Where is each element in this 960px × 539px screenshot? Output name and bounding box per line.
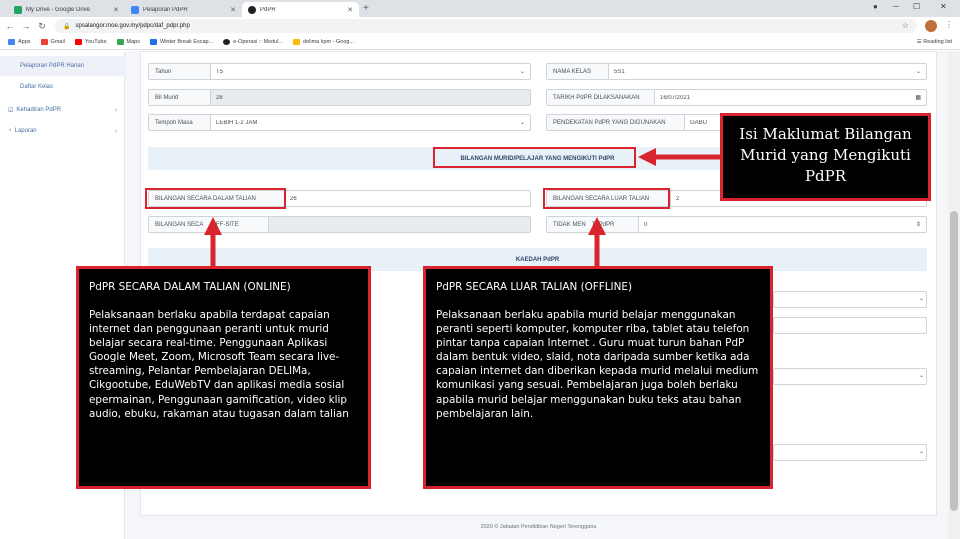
bookmark-delima[interactable]: delima kpm - Goog... xyxy=(293,39,354,45)
minimize-icon[interactable]: ─ xyxy=(893,2,899,11)
close-icon[interactable]: ✕ xyxy=(347,6,353,14)
check-icon: ☑ xyxy=(8,107,14,114)
chevron-left-icon: ‹ xyxy=(114,127,117,135)
close-icon[interactable]: ✕ xyxy=(113,6,119,14)
drive-icon xyxy=(293,39,301,45)
bookmark-winter-break[interactable]: Winter Break Escap... xyxy=(150,39,213,45)
chevron-down-icon: ⌄ xyxy=(919,296,925,302)
stepper-icon[interactable]: ⇕ xyxy=(916,221,921,228)
youtube-icon xyxy=(74,39,82,45)
annotation-online-title: PdPR SECARA DALAM TALIAN (ONLINE) xyxy=(89,281,291,293)
reading-list-button[interactable]: ☰ Reading list xyxy=(917,39,952,45)
page-scrollbar[interactable] xyxy=(948,51,960,539)
chevron-down-icon: ⌄ xyxy=(915,69,921,75)
profile-icon[interactable]: ● xyxy=(873,2,878,11)
maps-icon xyxy=(116,39,124,45)
chevron-down-icon: ⌄ xyxy=(919,373,925,379)
avatar[interactable] xyxy=(925,20,937,32)
page-footer: 2020 © Jabatan Pendidikan Negeri Terengg… xyxy=(480,524,597,530)
highlight-luar-talian xyxy=(543,188,670,209)
back-icon[interactable]: ← xyxy=(4,21,16,31)
tab-title: PdPR xyxy=(260,6,276,13)
site-icon xyxy=(131,5,139,14)
annotation-offline-title: PdPR SECARA LUAR TALIAN (OFFLINE) xyxy=(436,281,633,293)
annotation-offline: PdPR SECARA LUAR TALIAN (OFFLINE) Pelaks… xyxy=(423,266,773,489)
chevron-down-icon: ⌄ xyxy=(919,449,925,455)
tab-title: Pelaporan PdPR xyxy=(143,6,188,13)
kaedah-select[interactable] xyxy=(773,444,927,461)
sidebar-item-pelaporan-harian[interactable]: Pelaporan PdPR Harian xyxy=(0,56,125,76)
bookmark-e-operasi[interactable]: e-Operasi :: Modul... xyxy=(223,39,283,45)
address-bar: ← → ↻ 🔒 spsalangor.moe.gov.my/pdpc/daf_p… xyxy=(0,17,960,35)
kaedah-select[interactable] xyxy=(773,317,927,334)
bookmark-apps[interactable]: Apps xyxy=(8,39,31,45)
window-close-icon[interactable]: ✕ xyxy=(940,2,947,11)
reload-icon[interactable]: ↻ xyxy=(36,21,48,32)
tab-title: My Drive - Google Drive xyxy=(26,6,91,13)
scrollbar-thumb[interactable] xyxy=(950,211,958,511)
bookmark-gmail[interactable]: Gmail xyxy=(40,39,65,45)
sidebar-item-kehadiran[interactable]: ☑ Kehadiran PdPR ‹ xyxy=(0,100,125,120)
highlight-dalam-talian xyxy=(145,188,286,209)
tempoh-masa-select[interactable]: Tempoh Masa LEBIH 1-2 JAM ⌄ xyxy=(148,114,531,131)
maximize-icon[interactable]: ☐ xyxy=(913,2,920,11)
close-icon[interactable]: ✕ xyxy=(230,6,236,14)
sidebar-item-daftar-kelas[interactable]: Daftar Kelas xyxy=(0,77,125,97)
tab-strip: My Drive - Google Drive ✕ Pelaporan PdPR… xyxy=(0,0,960,17)
tab-pdpr[interactable]: PdPR ✕ xyxy=(242,2,359,17)
gmail-icon xyxy=(40,39,48,45)
chevron-left-icon: ‹ xyxy=(114,106,117,114)
site-icon xyxy=(223,39,231,45)
google-drive-icon xyxy=(14,5,22,14)
tab-google-drive[interactable]: My Drive - Google Drive ✕ xyxy=(8,2,125,17)
chevron-down-icon: ⌄ xyxy=(519,120,525,126)
annotation-offline-body: Pelaksanaan berlaku apabila murid belaja… xyxy=(436,309,759,420)
chart-icon: ◔ xyxy=(8,128,12,134)
url-input[interactable]: 🔒 spsalangor.moe.gov.my/pdpc/daf_pdpr.ph… xyxy=(55,19,917,33)
nama-kelas-select[interactable]: NAMA KELAS 5S1 ⌄ xyxy=(546,63,927,80)
chevron-down-icon: ⌄ xyxy=(519,69,525,75)
bookmarks-bar: Apps Gmail YouTube Maps Winter Break Esc… xyxy=(0,35,960,50)
lock-icon[interactable]: 🔒 xyxy=(63,23,70,30)
menu-kebab-icon[interactable]: ⋮ xyxy=(945,20,953,29)
annotation-isi-maklumat: Isi Maklumat Bilangan Murid yang Mengiku… xyxy=(720,113,931,201)
apps-grid-icon xyxy=(8,39,15,45)
globe-icon xyxy=(248,5,256,14)
bookmark-star-icon[interactable]: ☆ xyxy=(902,21,909,30)
site-icon xyxy=(150,39,157,45)
calendar-icon[interactable]: ▦ xyxy=(915,94,921,101)
sidebar-item-laporan[interactable]: ◔ Laporan ‹ xyxy=(0,121,125,141)
new-tab-button[interactable]: + xyxy=(363,2,369,17)
forward-icon[interactable]: → xyxy=(20,21,32,31)
tarikh-date-input[interactable]: TARIKH PdPR DILAKSANAKAN 16/07/2021 ▦ xyxy=(546,89,927,106)
tahun-select[interactable]: Tahun T5 ⌄ xyxy=(148,63,531,80)
off-site-field[interactable]: BILANGAN SECA OFF-SITE xyxy=(148,216,531,233)
url-text: spsalangor.moe.gov.my/pdpc/daf_pdpr.php xyxy=(75,23,190,29)
kaedah-select[interactable] xyxy=(773,368,927,385)
highlight-section-title xyxy=(433,147,636,168)
tidak-mengikuti-input[interactable]: TIDAK MEN TI PdPR 0 ⇕ xyxy=(546,216,927,233)
bookmark-maps[interactable]: Maps xyxy=(116,39,140,45)
tab-pelaporan-pdpr[interactable]: Pelaporan PdPR ✕ xyxy=(125,2,242,17)
annotation-online-body: Pelaksanaan berlaku apabila terdapat cap… xyxy=(89,309,349,420)
bookmark-youtube[interactable]: YouTube xyxy=(74,39,107,45)
annotation-online: PdPR SECARA DALAM TALIAN (ONLINE) Pelaks… xyxy=(76,266,371,489)
bil-murid-field: Bil Murid 28 xyxy=(148,89,531,106)
kaedah-select[interactable] xyxy=(773,291,927,308)
